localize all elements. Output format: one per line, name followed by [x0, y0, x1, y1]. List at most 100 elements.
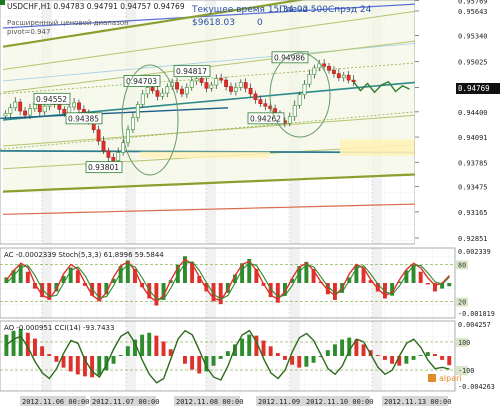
candle-body — [199, 78, 204, 83]
histogram-bar — [333, 344, 337, 356]
histogram-bar — [197, 356, 202, 374]
osc-tick-label: 0.002339 — [458, 248, 491, 256]
ao-cci-panel[interactable]: AO -0.000951 CCI(14) -93.7433 0.00425710… — [0, 320, 495, 392]
candle-body — [287, 116, 292, 124]
histogram-bar — [161, 341, 166, 356]
histogram-bar — [447, 356, 452, 366]
histogram-bar — [325, 350, 330, 356]
band-level-tag — [456, 337, 468, 347]
histogram-bar — [268, 346, 273, 356]
histogram-bar — [340, 339, 345, 356]
histogram-bar — [218, 356, 223, 359]
annotation-label: 0.94817 — [176, 67, 207, 76]
time-tick-label: 2012.11.10 00:00 — [306, 398, 373, 406]
candle-body — [297, 94, 302, 106]
zero-value: 0 — [257, 18, 263, 28]
candle-body — [28, 108, 32, 116]
time-axis[interactable]: 2012.11.06 00:00 2012.11.07 00:00 2012.11.… — [0, 394, 455, 408]
candle-body — [106, 150, 111, 158]
candle-body — [180, 88, 184, 95]
histogram-bar — [411, 356, 416, 360]
candle-body — [72, 102, 77, 108]
candle-body — [248, 87, 253, 95]
histogram-bar — [183, 356, 187, 364]
candle-body — [13, 101, 18, 109]
candle-body — [145, 87, 150, 95]
candle-body — [238, 82, 243, 88]
candle-body — [322, 63, 327, 67]
level-box-d2 — [340, 139, 415, 156]
histogram-bar — [4, 334, 9, 356]
histogram-bar — [118, 355, 123, 356]
balance: $9618.03 — [192, 18, 235, 28]
price-tick-label: 0.95643 — [458, 8, 488, 16]
histogram-bar — [154, 335, 159, 356]
histogram-bar — [433, 354, 437, 356]
candle-body — [346, 74, 351, 81]
channel-label: Расширенный ценовой диапазон — [7, 19, 129, 27]
annotation-label: 0.94552 — [36, 95, 67, 104]
histogram-bar — [190, 356, 195, 370]
annotation-label: 0.94385 — [68, 114, 99, 123]
price-panel[interactable]: 0.945520.943850.938010.947030.948170.942… — [0, 0, 432, 245]
candle-body — [312, 67, 317, 75]
histogram-bar — [47, 354, 52, 356]
candle-body — [184, 87, 189, 95]
candle-body — [204, 82, 209, 89]
candle-body — [62, 109, 67, 114]
price-tick-label: 0.94400 — [458, 109, 488, 117]
histogram-bar — [125, 346, 130, 356]
annotation-label: 0.93801 — [88, 163, 119, 172]
histogram-bar — [225, 351, 230, 356]
histogram-bar — [418, 355, 423, 356]
candle-body — [224, 79, 228, 87]
histogram-bar — [275, 353, 280, 356]
histogram-bar — [375, 355, 380, 356]
time-tick-label: 2012.11.06 00:00 — [22, 398, 89, 406]
time-tick-label: 2012.11.13 00:00 — [384, 398, 451, 406]
header-marker — [0, 0, 5, 5]
candle-body — [175, 82, 179, 90]
candle-body — [18, 101, 23, 112]
histogram-bar — [140, 334, 145, 356]
pivot-label: pivot=0.947 — [7, 28, 50, 36]
price-tick-label: 0.92851 — [458, 235, 488, 243]
alpari-mark-icon — [428, 374, 436, 382]
band-level-tag — [456, 297, 468, 307]
candle-body — [307, 74, 312, 85]
histogram-bar — [297, 356, 302, 368]
candle-body — [258, 99, 263, 104]
symbol-line: USDCHF,H1 0.94783 0.94791 0.94757 0.9476… — [7, 2, 185, 11]
ac-title: AC -0.0002339 Stoch(5,3,3) 61.8996 59.58… — [4, 251, 164, 259]
candle-body — [155, 90, 160, 97]
histogram-bar — [283, 356, 287, 360]
candle-body — [135, 104, 140, 118]
time-ticks: 2012.11.06 00:00 2012.11.07 00:00 2012.11.… — [20, 396, 451, 406]
candle-body — [8, 107, 13, 114]
candle-body — [243, 82, 248, 89]
histogram-bar — [75, 356, 80, 375]
candle-body — [150, 87, 155, 91]
histogram-bar — [240, 338, 245, 356]
price-tick-label: 0.93475 — [458, 184, 488, 192]
candle-body — [229, 86, 233, 92]
histogram-bar — [33, 338, 37, 356]
candle-body — [77, 102, 81, 110]
chart-canvas[interactable]: 0.945520.943850.938010.947030.948170.942… — [0, 0, 500, 408]
candle-body — [165, 86, 170, 94]
candle-body — [3, 113, 8, 117]
candle-body — [332, 70, 336, 74]
ac-stoch-panel[interactable]: AC -0.0002339 Stoch(5,3,3) 61.8996 59.58… — [0, 247, 495, 319]
trading-terminal-chart: 0.94552 0.94385 0.93801 0.94703 0.94817 0.942… — [0, 0, 500, 408]
candle-body — [263, 103, 268, 107]
candle-body — [302, 83, 307, 96]
leverage: Плечо 500 — [279, 5, 328, 15]
candle-body — [327, 65, 331, 71]
histogram-bar — [390, 356, 395, 364]
annotation-label: 0.94703 — [126, 77, 157, 86]
candle-body — [140, 93, 145, 105]
histogram-bar — [211, 356, 216, 366]
price-tick-label: 0.93785 — [458, 159, 488, 167]
histogram-bar — [90, 356, 95, 378]
histogram-bar — [447, 283, 452, 287]
